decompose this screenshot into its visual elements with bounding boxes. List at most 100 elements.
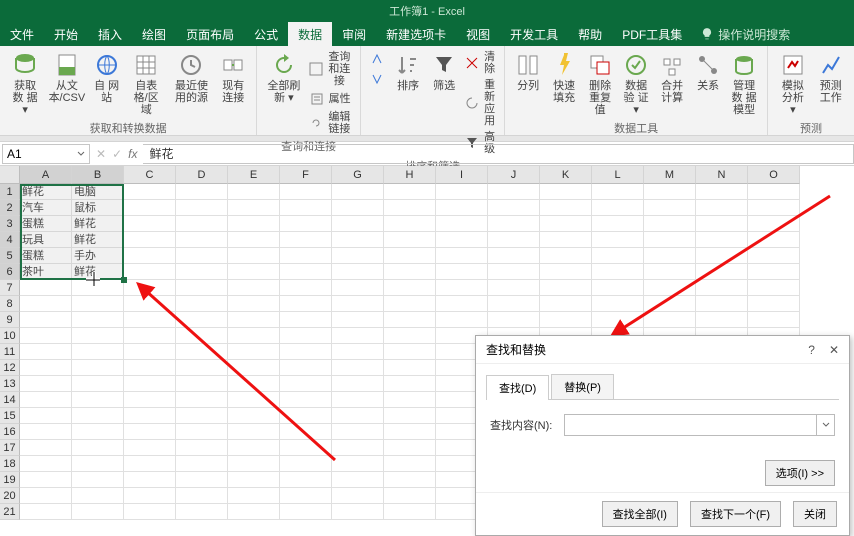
cell[interactable] xyxy=(436,264,488,280)
cell[interactable] xyxy=(644,216,696,232)
cell[interactable] xyxy=(332,456,384,472)
find-next-button[interactable]: 查找下一个(F) xyxy=(690,501,781,527)
cell[interactable] xyxy=(280,328,332,344)
cell[interactable] xyxy=(124,216,176,232)
cell[interactable] xyxy=(488,216,540,232)
cell[interactable] xyxy=(124,232,176,248)
row-header[interactable]: 13 xyxy=(0,376,20,392)
cell[interactable] xyxy=(332,472,384,488)
cell[interactable] xyxy=(20,296,72,312)
cell[interactable] xyxy=(332,296,384,312)
cell[interactable] xyxy=(332,504,384,520)
cell[interactable] xyxy=(280,248,332,264)
cell[interactable] xyxy=(748,248,800,264)
tab-find[interactable]: 查找(D) xyxy=(486,375,549,400)
cell[interactable] xyxy=(748,280,800,296)
cell[interactable] xyxy=(696,312,748,328)
options-button[interactable]: 选项(I) >> xyxy=(765,460,835,486)
cell[interactable] xyxy=(176,376,228,392)
cell[interactable] xyxy=(436,216,488,232)
cell[interactable] xyxy=(176,488,228,504)
cell[interactable] xyxy=(488,184,540,200)
find-what-input[interactable] xyxy=(565,415,816,435)
cell[interactable] xyxy=(228,264,280,280)
row-header[interactable]: 12 xyxy=(0,360,20,376)
cell[interactable] xyxy=(644,232,696,248)
column-header[interactable]: A xyxy=(20,166,72,184)
cell[interactable] xyxy=(280,456,332,472)
text-to-cols-button[interactable]: 分列 xyxy=(511,50,545,94)
cell[interactable] xyxy=(72,440,124,456)
cell[interactable] xyxy=(488,264,540,280)
cell[interactable] xyxy=(176,312,228,328)
cell[interactable] xyxy=(280,504,332,520)
cell[interactable] xyxy=(176,248,228,264)
cell[interactable] xyxy=(436,248,488,264)
find-what-combo[interactable] xyxy=(564,414,835,436)
flash-fill-button[interactable]: 快速填充 xyxy=(547,50,581,106)
cell[interactable] xyxy=(384,232,436,248)
row-header[interactable]: 21 xyxy=(0,504,20,520)
column-header[interactable]: G xyxy=(332,166,384,184)
cell[interactable] xyxy=(280,440,332,456)
menu-home[interactable]: 开始 xyxy=(44,22,88,46)
cell[interactable] xyxy=(20,504,72,520)
cell[interactable] xyxy=(72,312,124,328)
cell[interactable] xyxy=(228,488,280,504)
cell[interactable] xyxy=(176,264,228,280)
menu-draw[interactable]: 绘图 xyxy=(132,22,176,46)
tab-replace[interactable]: 替换(P) xyxy=(551,374,614,399)
cell[interactable] xyxy=(436,280,488,296)
cell[interactable] xyxy=(72,456,124,472)
cell[interactable] xyxy=(228,200,280,216)
column-header[interactable]: O xyxy=(748,166,800,184)
cell[interactable] xyxy=(20,360,72,376)
cell[interactable] xyxy=(20,344,72,360)
column-header[interactable]: D xyxy=(176,166,228,184)
cell[interactable] xyxy=(176,216,228,232)
column-header[interactable]: E xyxy=(228,166,280,184)
cell[interactable] xyxy=(540,232,592,248)
refresh-all-button[interactable]: 全部刷 新 ▾ xyxy=(263,50,304,106)
cell[interactable] xyxy=(176,424,228,440)
cell[interactable] xyxy=(228,408,280,424)
cell[interactable] xyxy=(332,360,384,376)
cell[interactable] xyxy=(280,408,332,424)
column-header[interactable]: F xyxy=(280,166,332,184)
cell[interactable] xyxy=(332,312,384,328)
consolidate-button[interactable]: 合并计算 xyxy=(655,50,689,106)
cell[interactable] xyxy=(176,200,228,216)
cell[interactable] xyxy=(696,184,748,200)
reapply-button[interactable]: 重新应用 xyxy=(463,78,498,128)
cell[interactable] xyxy=(20,456,72,472)
cell[interactable] xyxy=(748,296,800,312)
tell-me[interactable]: 操作说明搜索 xyxy=(700,26,790,43)
cell[interactable] xyxy=(228,472,280,488)
cell[interactable] xyxy=(280,232,332,248)
cancel-icon[interactable]: ✕ xyxy=(96,147,106,161)
row-header[interactable]: 4 xyxy=(0,232,20,248)
cell[interactable] xyxy=(540,264,592,280)
row-header[interactable]: 2 xyxy=(0,200,20,216)
name-box[interactable]: A1 xyxy=(2,144,90,164)
cell[interactable] xyxy=(436,232,488,248)
menu-layout[interactable]: 页面布局 xyxy=(176,22,244,46)
column-header[interactable]: L xyxy=(592,166,644,184)
cell[interactable] xyxy=(228,424,280,440)
column-header[interactable]: C xyxy=(124,166,176,184)
cell[interactable] xyxy=(644,312,696,328)
cell[interactable] xyxy=(488,248,540,264)
cell[interactable]: 鲜花 xyxy=(72,264,124,280)
row-header[interactable]: 20 xyxy=(0,488,20,504)
row-header[interactable]: 17 xyxy=(0,440,20,456)
enter-icon[interactable]: ✓ xyxy=(112,147,122,161)
cell[interactable] xyxy=(176,344,228,360)
cell[interactable] xyxy=(280,376,332,392)
cell[interactable] xyxy=(540,184,592,200)
cell[interactable] xyxy=(280,424,332,440)
cell[interactable] xyxy=(228,280,280,296)
cell[interactable] xyxy=(72,504,124,520)
menu-help[interactable]: 帮助 xyxy=(568,22,612,46)
cell[interactable] xyxy=(540,296,592,312)
cell[interactable] xyxy=(696,296,748,312)
